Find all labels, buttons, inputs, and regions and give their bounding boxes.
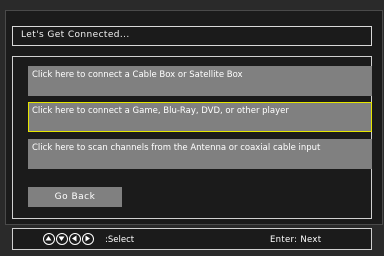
scan-antenna-channels-button[interactable]: Click here to scan channels from the Ant… — [28, 139, 372, 169]
title-bar: Let's Get Connected... — [12, 26, 372, 46]
nav-arrows — [43, 233, 94, 245]
connect-cable-box-label: Click here to connect a Cable Box or Sat… — [32, 70, 243, 80]
left-arrow-icon — [69, 233, 81, 245]
right-arrow-icon — [82, 233, 94, 245]
down-arrow-icon — [56, 233, 68, 245]
footer-bar: :Select Enter: Next — [12, 228, 372, 250]
connect-cable-box-button[interactable]: Click here to connect a Cable Box or Sat… — [28, 66, 372, 96]
connect-game-player-label: Click here to connect a Game, Blu-Ray, D… — [32, 106, 289, 116]
go-back-button[interactable]: Go Back — [28, 187, 122, 207]
enter-hint: Enter: Next — [270, 235, 322, 245]
select-hint: :Select — [105, 235, 135, 245]
tv-setup-screen: Let's Get Connected... Click here to con… — [0, 0, 384, 256]
up-arrow-icon — [43, 233, 55, 245]
connect-game-player-button[interactable]: Click here to connect a Game, Blu-Ray, D… — [28, 102, 372, 132]
page-title: Let's Get Connected... — [21, 30, 130, 40]
scan-antenna-channels-label: Click here to scan channels from the Ant… — [32, 143, 321, 153]
